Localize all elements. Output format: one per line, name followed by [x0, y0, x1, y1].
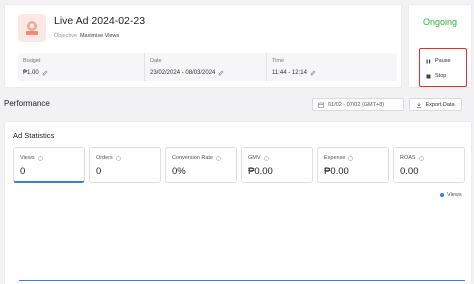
edit-budget-icon[interactable]	[42, 70, 48, 76]
ad-info-card: Live Ad 2024-02-23 Objective Maximise Vie…	[4, 4, 402, 88]
date-section: Date 23/02/2024 - 08/03/2024	[144, 53, 264, 81]
chart-legend: Views	[440, 192, 462, 198]
metric-expense[interactable]: Expense ₱0.00	[317, 147, 389, 183]
ad-title: Live Ad 2024-02-23	[54, 15, 146, 27]
export-data-button[interactable]: Export Data	[409, 98, 462, 111]
date-range-picker[interactable]: 01/02 - 07/02 (GMT+8)	[312, 98, 404, 111]
calendar-icon	[318, 102, 324, 108]
performance-heading: Performance	[4, 99, 50, 108]
info-icon	[418, 155, 424, 161]
legend-dot-icon	[440, 193, 444, 197]
status-badge: Ongoing	[422, 17, 458, 27]
ad-info-strip: Budget ₱1.00 Date 23/02/2024 - 08/03/202…	[18, 53, 397, 81]
ad-thumbnail-icon	[18, 14, 46, 42]
time-label: Time	[272, 58, 285, 64]
chart-baseline	[19, 280, 465, 281]
pause-icon	[426, 59, 431, 63]
metric-views[interactable]: Views 0	[13, 147, 85, 183]
ad-objective: Objective Maximise Views	[54, 33, 120, 39]
info-icon	[348, 155, 354, 161]
info-icon	[116, 155, 121, 161]
info-icon	[263, 155, 269, 161]
edit-time-icon[interactable]	[310, 70, 316, 76]
ad-status-card: Ongoing Pause Stop	[408, 4, 472, 88]
budget-label: Budget	[23, 58, 41, 64]
ad-controls-group: Pause Stop	[419, 48, 467, 87]
edit-date-icon[interactable]	[218, 70, 224, 76]
stop-button[interactable]: Stop	[426, 73, 446, 79]
metric-gmv[interactable]: GMV ₱0.00	[241, 147, 313, 183]
info-icon	[37, 155, 43, 161]
info-icon	[216, 155, 221, 161]
metric-orders[interactable]: Orders 0	[89, 147, 161, 183]
time-section: Time 11:44 - 12:14	[266, 53, 397, 81]
budget-section: Budget ₱1.00	[18, 53, 139, 81]
date-value: 23/02/2024 - 08/03/2024	[150, 70, 224, 76]
budget-value: ₱1.00	[23, 70, 48, 76]
time-value: 11:44 - 12:14	[272, 70, 316, 76]
date-label: Date	[150, 58, 162, 64]
ad-statistics-title: Ad Statistics	[13, 131, 55, 140]
metric-roas[interactable]: ROAS 0.00	[393, 147, 465, 183]
pause-button[interactable]: Pause	[426, 58, 451, 64]
stop-icon	[426, 74, 431, 78]
ad-statistics-panel: Ad Statistics Views 0 Orders 0 Conversio…	[4, 121, 472, 284]
download-icon	[417, 102, 422, 108]
metric-conversion-rate[interactable]: Conversion Rate 0%	[165, 147, 237, 183]
